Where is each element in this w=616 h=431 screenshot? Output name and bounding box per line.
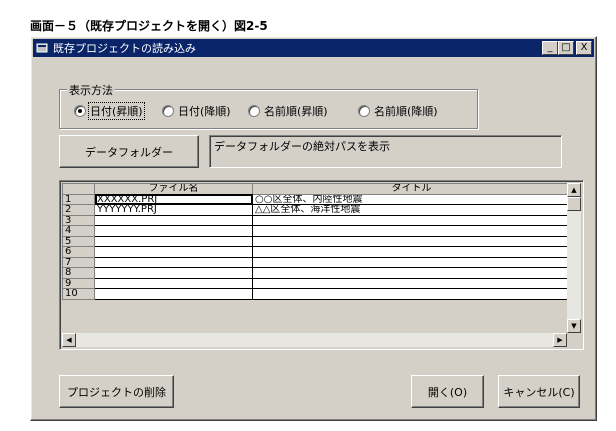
cell-filename[interactable] (94, 235, 253, 247)
cell-filename[interactable]: YYYYYYY.PRJ (94, 204, 253, 216)
minimize-button[interactable]: _ (542, 41, 558, 55)
table-row[interactable]: 9 (62, 277, 571, 289)
open-button[interactable]: 開く(O) (411, 375, 484, 408)
radio-name-asc[interactable]: 名前順(昇順) (248, 103, 358, 119)
cell-title[interactable]: △△区全体、海洋性地震 (252, 204, 571, 216)
scroll-right-arrow-icon[interactable]: ▶ (553, 333, 567, 347)
cell-title[interactable] (252, 235, 571, 247)
cell-filename[interactable] (94, 277, 253, 289)
cell-filename[interactable] (94, 267, 253, 279)
vertical-scroll-thumb[interactable] (567, 197, 581, 211)
title-bar[interactable]: 既存プロジェクトの読み込み _ □ X (33, 39, 594, 57)
radio-label: 名前順(昇順) (264, 105, 328, 118)
cell-title[interactable] (252, 288, 571, 300)
column-header-filename[interactable]: ファイル名 (94, 183, 253, 195)
row-number: 10 (62, 288, 95, 300)
window-title: 既存プロジェクトの読み込み (53, 42, 196, 55)
column-header-title[interactable]: タイトル (252, 183, 571, 195)
table-row[interactable]: 7 (62, 256, 571, 268)
cell-filename[interactable] (94, 256, 253, 268)
table-row[interactable]: 2 YYYYYYY.PRJ △△区全体、海洋性地震 (62, 204, 571, 216)
row-number: 4 (62, 225, 95, 237)
data-folder-button[interactable]: データフォルダー (59, 135, 199, 168)
project-grid[interactable]: ファイル名 タイトル 1 XXXXXX.PRJ ○○区全体、内陸性地震 2 YYYYY… (59, 180, 584, 350)
scroll-down-arrow-icon[interactable]: ▼ (567, 319, 581, 333)
row-number: 6 (62, 246, 95, 258)
radio-label: 日付(降順) (178, 105, 231, 118)
table-row[interactable]: 10 (62, 288, 571, 300)
cancel-button[interactable]: キャンセル(C) (498, 375, 580, 408)
radio-indicator[interactable] (358, 105, 370, 117)
row-number: 7 (62, 256, 95, 268)
scroll-up-arrow-icon[interactable]: ▲ (567, 183, 581, 197)
display-method-group: 表示方法 日付(昇順) 日付(降順) 名前順(昇順) 名前順(降順) (59, 82, 478, 129)
table-row[interactable]: 4 (62, 225, 571, 237)
cell-filename[interactable] (94, 214, 253, 226)
row-number: 2 (62, 204, 95, 216)
radio-indicator[interactable] (74, 105, 86, 117)
radio-indicator[interactable] (162, 105, 174, 117)
table-row[interactable]: 6 (62, 246, 571, 258)
row-number: 5 (62, 235, 95, 247)
project-table[interactable]: ファイル名 タイトル 1 XXXXXX.PRJ ○○区全体、内陸性地震 2 YYYYY… (62, 183, 571, 300)
vertical-scrollbar[interactable]: ▲ ▼ (567, 183, 581, 333)
row-number: 8 (62, 267, 95, 279)
table-row[interactable]: 1 XXXXXX.PRJ ○○区全体、内陸性地震 (62, 193, 571, 205)
data-folder-path-field[interactable]: データフォルダーの絶対パスを表示 (209, 135, 562, 168)
radio-date-desc[interactable]: 日付(降順) (162, 103, 248, 119)
close-button[interactable]: X (576, 41, 592, 55)
table-row[interactable]: 5 (62, 235, 571, 247)
row-number: 1 (62, 193, 95, 205)
cell-title[interactable] (252, 256, 571, 268)
cell-title[interactable] (252, 225, 571, 237)
delete-project-button[interactable]: プロジェクトの削除 (59, 375, 174, 408)
cell-title[interactable] (252, 267, 571, 279)
document-caption: 画面－５（既存プロジェクトを開く）図2-5 (30, 19, 268, 33)
cell-filename[interactable] (94, 288, 253, 300)
radio-indicator[interactable] (248, 105, 260, 117)
scroll-left-arrow-icon[interactable]: ◀ (62, 333, 76, 347)
table-header-row: ファイル名 タイトル (62, 183, 571, 195)
app-icon (36, 41, 50, 55)
dialog-window: 既存プロジェクトの読み込み _ □ X 表示方法 日付(昇順) 日付(降順) 名… (30, 36, 597, 421)
row-number-header (62, 183, 95, 195)
cell-title[interactable] (252, 214, 571, 226)
cell-filename[interactable]: XXXXXX.PRJ (94, 193, 253, 205)
display-method-label: 表示方法 (67, 82, 115, 98)
radio-date-asc[interactable]: 日付(昇順) (74, 102, 162, 120)
row-number: 3 (62, 214, 95, 226)
table-row[interactable]: 8 (62, 267, 571, 279)
cell-title[interactable] (252, 277, 571, 289)
cell-title[interactable] (252, 246, 571, 258)
cell-title[interactable]: ○○区全体、内陸性地震 (252, 193, 571, 205)
radio-label: 日付(昇順) (88, 102, 145, 120)
maximize-button[interactable]: □ (558, 41, 574, 55)
radio-label: 名前順(降順) (374, 105, 438, 118)
radio-name-desc[interactable]: 名前順(降順) (358, 103, 468, 119)
table-row[interactable]: 3 (62, 214, 571, 226)
row-number: 9 (62, 277, 95, 289)
horizontal-scrollbar[interactable]: ◀ ▶ (62, 333, 567, 347)
cell-filename[interactable] (94, 225, 253, 237)
cell-filename[interactable] (94, 246, 253, 258)
